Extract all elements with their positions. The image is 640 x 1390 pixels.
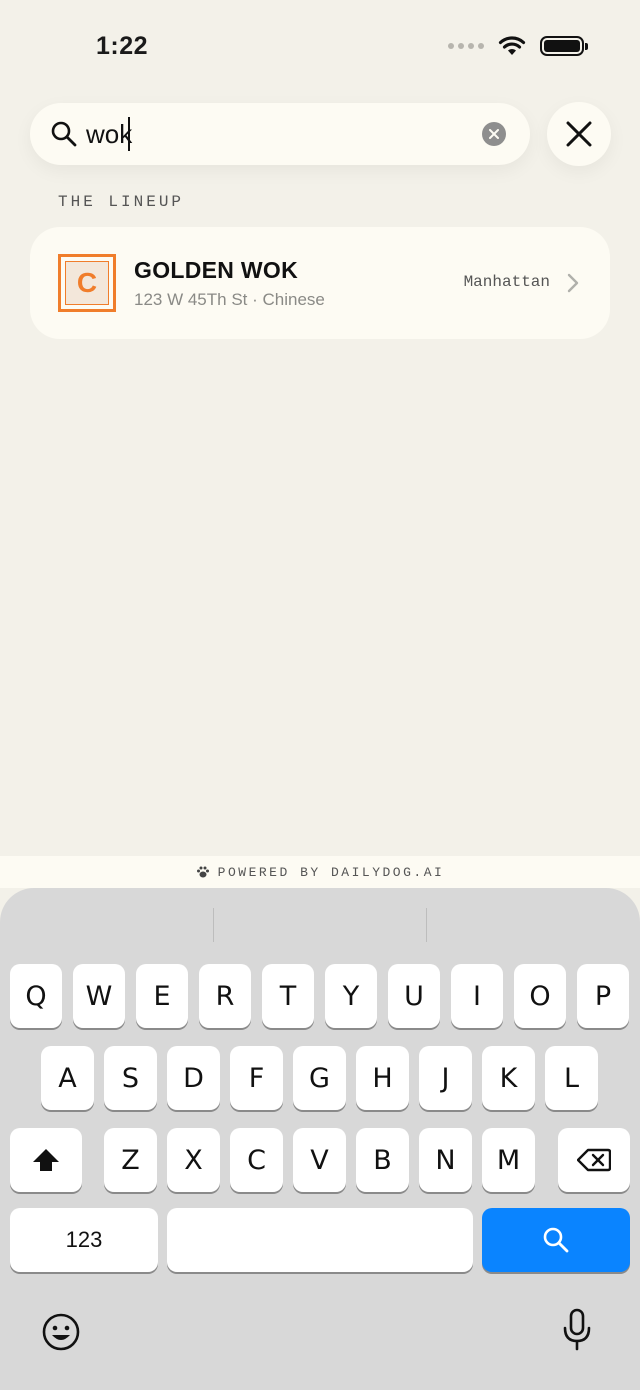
key-k[interactable]: K (482, 1046, 535, 1110)
key-j[interactable]: J (419, 1046, 472, 1110)
text-caret (128, 117, 130, 151)
restaurant-borough: Manhattan (463, 273, 550, 291)
key-s[interactable]: S (104, 1046, 157, 1110)
search-icon (543, 1227, 569, 1253)
key-t[interactable]: T (262, 964, 314, 1028)
chevron-right-icon (567, 273, 579, 293)
restaurant-name: GOLDEN WOK (134, 257, 298, 283)
key-i[interactable]: I (451, 964, 503, 1028)
search-input[interactable] (86, 117, 466, 151)
key-r[interactable]: R (199, 964, 251, 1028)
key-p[interactable]: P (577, 964, 629, 1028)
key-a[interactable]: A (41, 1046, 94, 1110)
key-g[interactable]: G (293, 1046, 346, 1110)
backspace-key[interactable] (558, 1128, 630, 1192)
wifi-icon (498, 36, 526, 55)
key-v[interactable]: V (293, 1128, 346, 1192)
key-z[interactable]: Z (104, 1128, 157, 1192)
clear-icon (489, 129, 499, 139)
space-key[interactable] (167, 1208, 473, 1272)
key-h[interactable]: H (356, 1046, 409, 1110)
shift-key[interactable] (10, 1128, 82, 1192)
key-l[interactable]: L (545, 1046, 598, 1110)
keyboard-search-key[interactable] (482, 1208, 630, 1272)
suggestion-divider (213, 908, 214, 942)
key-x[interactable]: X (167, 1128, 220, 1192)
battery-icon (540, 36, 588, 56)
powered-by-text: POWERED BY DAILYDOG.AI (217, 864, 445, 880)
logo-letter: C (65, 261, 109, 305)
key-b[interactable]: B (356, 1128, 409, 1192)
key-y[interactable]: Y (325, 964, 377, 1028)
backspace-icon (577, 1148, 611, 1172)
close-icon (566, 121, 592, 147)
search-bar[interactable] (30, 103, 530, 165)
restaurant-address: 123 W 45Th St · Chinese (134, 290, 325, 309)
key-f[interactable]: F (230, 1046, 283, 1110)
status-time: 1:22 (96, 32, 149, 60)
signal-icon (448, 43, 484, 49)
restaurant-logo: C (58, 254, 116, 312)
key-u[interactable]: U (388, 964, 440, 1028)
powered-by-banner: POWERED BY DAILYDOG.AI (0, 856, 640, 888)
suggestion-divider (426, 908, 427, 942)
key-o[interactable]: O (514, 964, 566, 1028)
microphone-icon[interactable] (562, 1308, 592, 1352)
shift-icon (33, 1149, 59, 1171)
keyboard: Q W E R T Y U I O P A S D F G H J K L Z … (0, 888, 640, 1390)
key-d[interactable]: D (167, 1046, 220, 1110)
result-card[interactable]: C GOLDEN WOK 123 W 45Th St · Chinese Man… (30, 227, 610, 339)
key-q[interactable]: Q (10, 964, 62, 1028)
key-m[interactable]: M (482, 1128, 535, 1192)
numbers-key[interactable]: 123 (10, 1208, 158, 1272)
key-w[interactable]: W (73, 964, 125, 1028)
section-title: THE LINEUP (58, 193, 185, 211)
key-e[interactable]: E (136, 964, 188, 1028)
key-c[interactable]: C (230, 1128, 283, 1192)
key-n[interactable]: N (419, 1128, 472, 1192)
search-icon (51, 121, 77, 147)
status-icons (448, 36, 588, 56)
close-search-button[interactable] (547, 102, 611, 166)
paw-icon (196, 866, 209, 878)
emoji-icon[interactable] (41, 1312, 81, 1352)
clear-search-button[interactable] (482, 122, 506, 146)
